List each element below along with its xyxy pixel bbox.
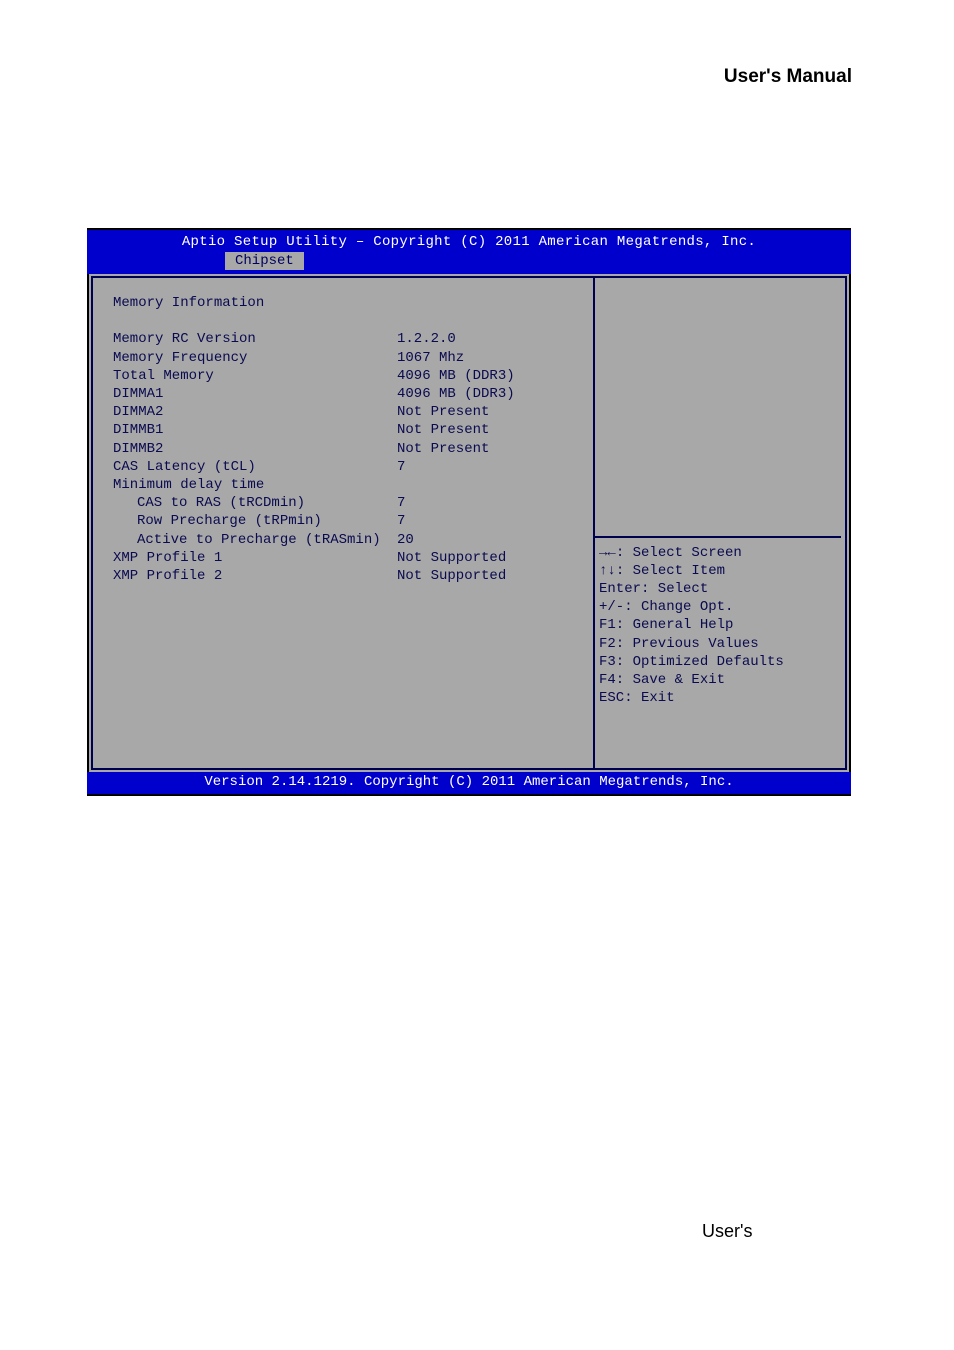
info-row: Total Memory4096 MB (DDR3) <box>113 367 583 385</box>
bios-body: Memory Information Memory RC Version1.2.… <box>87 274 851 772</box>
bios-footer: Version 2.14.1219. Copyright (C) 2011 Am… <box>87 772 851 794</box>
help-line: +/-: Change Opt. <box>599 598 845 616</box>
tab-chipset[interactable]: Chipset <box>225 252 304 270</box>
help-line: ↑↓: Select Item <box>599 562 845 580</box>
info-row: DIMMB2Not Present <box>113 440 583 458</box>
page-header: User's Manual <box>724 66 852 88</box>
bios-right-panel: →←: Select Screen ↑↓: Select Item Enter:… <box>593 276 847 770</box>
bios-tab-row: Chipset <box>87 252 851 274</box>
info-row: Row Precharge (tRPmin)7 <box>113 512 583 530</box>
help-line: Enter: Select <box>599 580 845 598</box>
bios-help: →←: Select Screen ↑↓: Select Item Enter:… <box>595 538 845 768</box>
info-row: XMP Profile 1Not Supported <box>113 549 583 567</box>
info-row: Memory RC Version1.2.2.0 <box>113 330 583 348</box>
info-row: DIMMA2Not Present <box>113 403 583 421</box>
info-row: Minimum delay time <box>113 476 583 494</box>
bios-screenshot: Aptio Setup Utility – Copyright (C) 2011… <box>87 228 851 796</box>
info-row: CAS Latency (tCL)7 <box>113 458 583 476</box>
page-footer: User's <box>702 1221 752 1242</box>
info-row: Memory Frequency1067 Mhz <box>113 349 583 367</box>
info-row: DIMMB1Not Present <box>113 421 583 439</box>
bios-title: Aptio Setup Utility – Copyright (C) 2011… <box>87 230 851 252</box>
section-title: Memory Information <box>113 294 397 312</box>
help-line: F4: Save & Exit <box>599 671 845 689</box>
info-row: XMP Profile 2Not Supported <box>113 567 583 585</box>
help-line: F2: Previous Values <box>599 635 845 653</box>
help-line: ESC: Exit <box>599 689 845 707</box>
bios-left-panel: Memory Information Memory RC Version1.2.… <box>91 276 593 770</box>
info-row: CAS to RAS (tRCDmin)7 <box>113 494 583 512</box>
help-line: →←: Select Screen <box>599 544 845 562</box>
help-line: F3: Optimized Defaults <box>599 653 845 671</box>
info-row: DIMMA14096 MB (DDR3) <box>113 385 583 403</box>
info-row: Active to Precharge (tRASmin)20 <box>113 531 583 549</box>
help-line: F1: General Help <box>599 616 845 634</box>
